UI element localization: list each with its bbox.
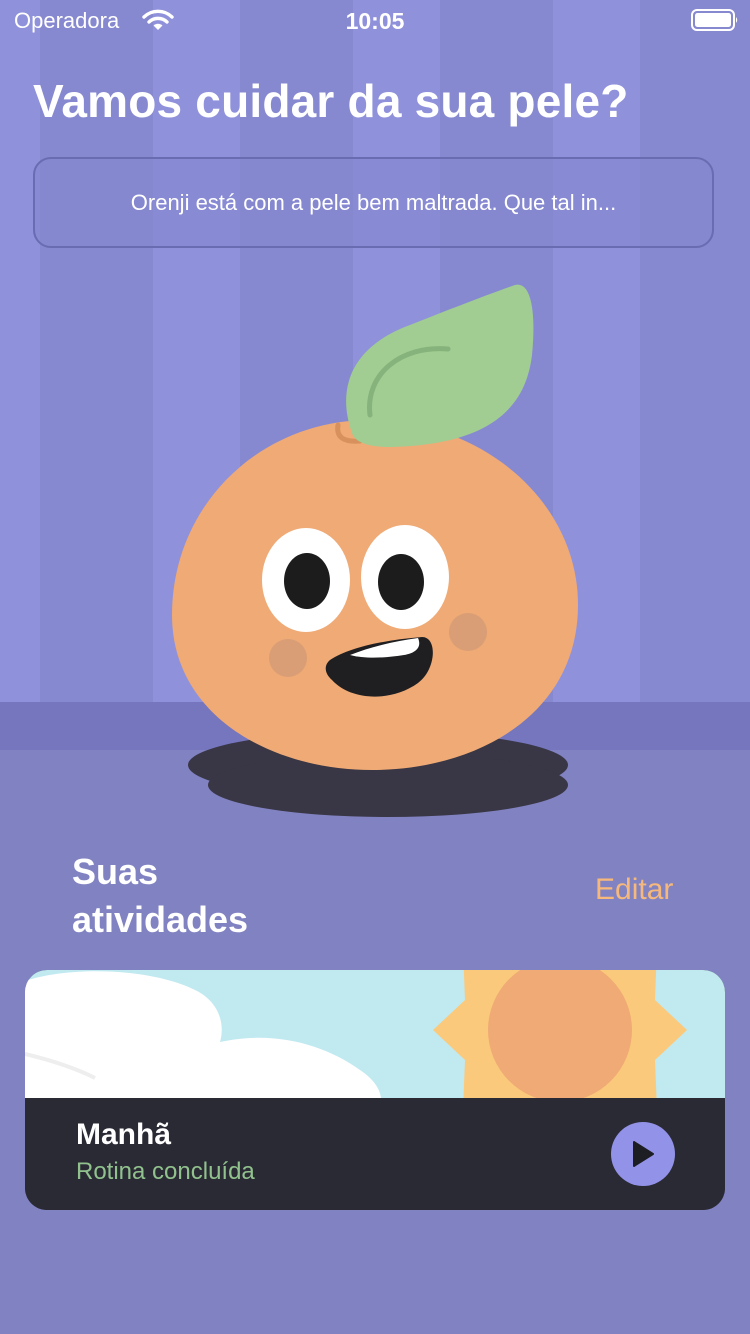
routine-status: Rotina concluída [76,1158,255,1185]
activities-title: Suas atividades [72,851,249,940]
mascot-message-bubble[interactable]: Orenji está com a pele bem maltrada. Que… [33,157,714,248]
routine-card-footer: Manhã Rotina concluída [25,1098,725,1210]
sun-icon [433,970,687,1098]
routine-name: Manhã [76,1118,172,1151]
edit-button[interactable]: Editar [595,873,673,907]
mascot-message-text: Orenji está com a pele bem maltrada. Que… [130,189,617,215]
routine-card-morning[interactable]: Manhã Rotina concluída [25,970,725,1210]
leaf-icon [346,284,534,447]
morning-banner-illustration [25,970,725,1098]
play-icon [633,1141,654,1167]
battery-icon [691,9,739,36]
orange-mascot-illustration [172,284,578,817]
status-bar: Operadora 10:05 [0,0,750,40]
page-title: Vamos cuidar da sua pele? [33,75,629,127]
clock: 10:05 [345,8,405,34]
play-button[interactable] [611,1122,675,1186]
